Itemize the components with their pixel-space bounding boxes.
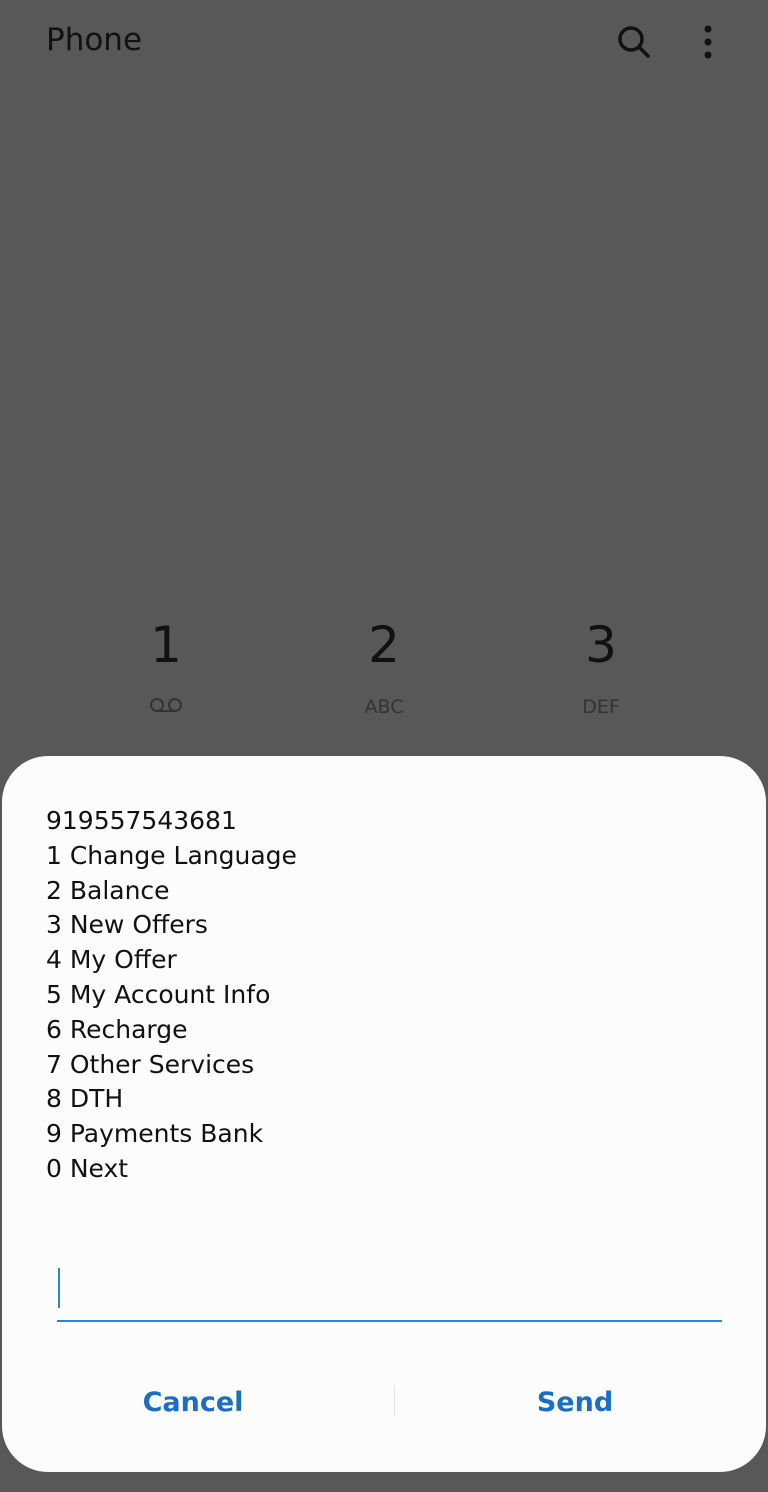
text-caret (58, 1268, 60, 1308)
ussd-menu-option: 7 Other Services (46, 1049, 255, 1079)
ussd-menu-option: 4 My Offer (46, 945, 177, 975)
app-bar: Phone (0, 0, 768, 90)
voicemail-icon (86, 696, 246, 720)
key-letters: DEF (582, 696, 620, 718)
dialpad-key-2[interactable]: 2 ABC (304, 610, 464, 720)
more-options-icon (704, 25, 712, 59)
dialpad-key-1[interactable]: 1 (86, 610, 246, 720)
ussd-menu-option: 2 Balance (46, 875, 170, 905)
send-button[interactable]: Send (384, 1376, 766, 1428)
dialog-button-row: Cancel Send (2, 1376, 766, 1428)
dialpad-key-3[interactable]: 3 DEF (521, 610, 681, 720)
key-digit: 2 (368, 616, 400, 674)
ussd-menu-option: 9 Payments Bank (46, 1119, 264, 1149)
key-digit: 3 (585, 616, 617, 674)
more-options-button[interactable] (688, 20, 728, 64)
cancel-button[interactable]: Cancel (2, 1376, 384, 1428)
key-digit: 1 (150, 616, 182, 674)
app-title: Phone (46, 22, 143, 58)
ussd-menu-option: 3 New Offers (46, 910, 208, 940)
ussd-menu-option: 5 My Account Info (46, 979, 271, 1009)
ussd-menu-option: 6 Recharge (46, 1014, 188, 1044)
key-letters: ABC (364, 696, 404, 718)
search-button[interactable] (614, 20, 654, 64)
ussd-menu-option: 1 Change Language (46, 840, 297, 870)
ussd-reply-input[interactable] (57, 1264, 722, 1322)
ussd-menu-option: 8 DTH (46, 1084, 124, 1114)
search-icon (618, 26, 650, 58)
dialpad-row: 1 2 ABC 3 DEF (0, 610, 768, 740)
ussd-header-line: 919557543681 (46, 806, 237, 835)
ussd-message: 919557543681 1 Change Language 2 Balance 3 … (46, 804, 297, 1187)
ussd-menu-option: 0 Next (46, 1153, 129, 1183)
ussd-dialog: 919557543681 1 Change Language 2 Balance 3 … (2, 756, 766, 1472)
